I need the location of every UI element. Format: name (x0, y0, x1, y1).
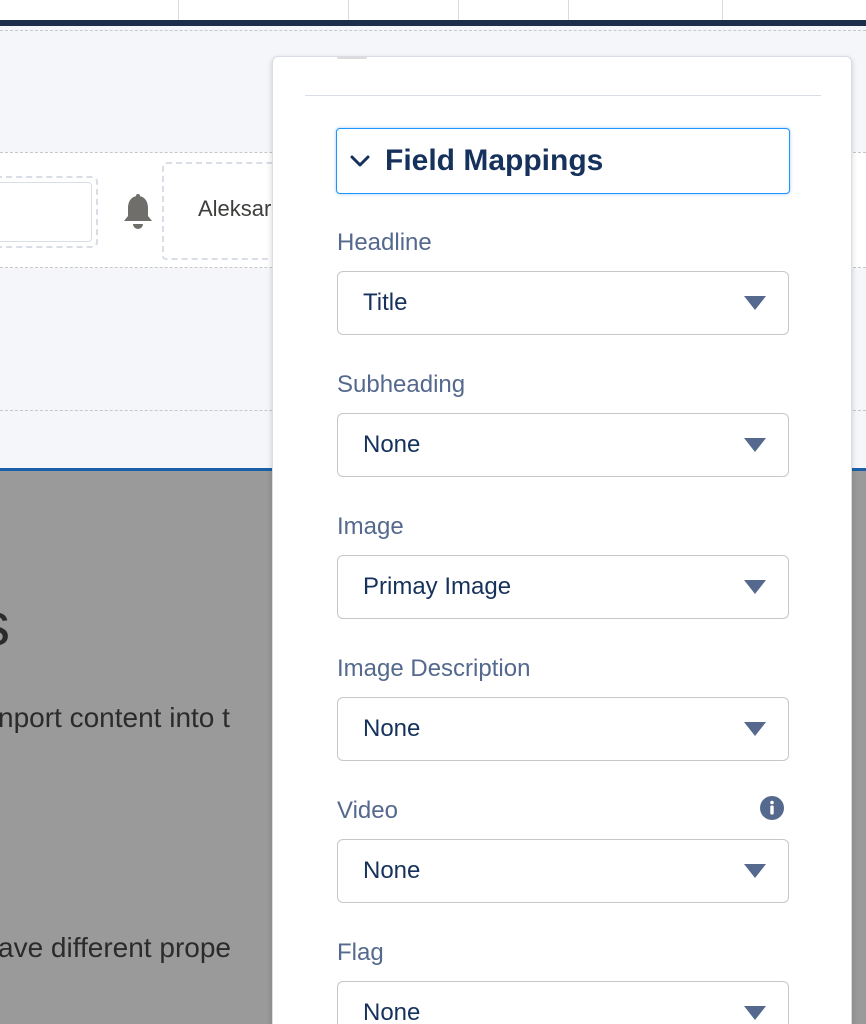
panel-divider (305, 95, 821, 96)
background-text-line: nport content into t (0, 702, 230, 733)
caret-down-icon (744, 296, 766, 310)
subheading-select[interactable]: None (337, 413, 789, 477)
select-value: Primay Image (363, 573, 512, 600)
headline-select[interactable]: Title (337, 271, 789, 335)
search-input[interactable] (0, 182, 92, 242)
video-select[interactable]: None (337, 839, 789, 903)
column-divider (568, 0, 569, 20)
flag-label: Flag (337, 939, 384, 966)
background-text-line: ave different prope (0, 932, 231, 963)
field-mappings-toggle[interactable]: Field Mappings (336, 128, 790, 194)
caret-down-icon (744, 864, 766, 878)
select-value: None (363, 431, 421, 458)
image-description-select[interactable]: None (337, 697, 789, 761)
image-select[interactable]: Primay Image (337, 555, 789, 619)
image-description-label: Image Description (337, 655, 531, 682)
column-divider (178, 0, 179, 20)
section-title: Field Mappings (385, 144, 604, 177)
dashed-divider (0, 30, 866, 31)
column-divider (722, 0, 723, 20)
column-divider (348, 0, 349, 20)
caret-down-icon (744, 580, 766, 594)
background-heading-fragment: s (0, 590, 10, 659)
select-value: None (363, 999, 421, 1024)
caret-down-icon (744, 1006, 766, 1020)
subheading-label: Subheading (337, 371, 466, 398)
field-mappings-panel: Field Mappings Headline Title Subheading… (272, 56, 852, 1024)
caret-down-icon (744, 438, 766, 452)
image-label: Image (337, 513, 404, 540)
info-icon[interactable] (759, 795, 785, 821)
headline-label: Headline (337, 229, 432, 256)
video-label: Video (337, 797, 398, 824)
select-value: None (363, 857, 421, 884)
column-divider (458, 0, 459, 20)
user-name: Aleksar (198, 196, 272, 221)
flag-select[interactable]: None (337, 981, 789, 1024)
chevron-down-icon (350, 155, 370, 167)
caret-down-icon (744, 722, 766, 736)
select-value: None (363, 715, 421, 742)
select-value: Title (363, 289, 408, 316)
panel-handle (337, 57, 367, 59)
top-strip (0, 0, 866, 20)
top-bar (0, 20, 866, 26)
bell-icon[interactable] (118, 192, 158, 232)
